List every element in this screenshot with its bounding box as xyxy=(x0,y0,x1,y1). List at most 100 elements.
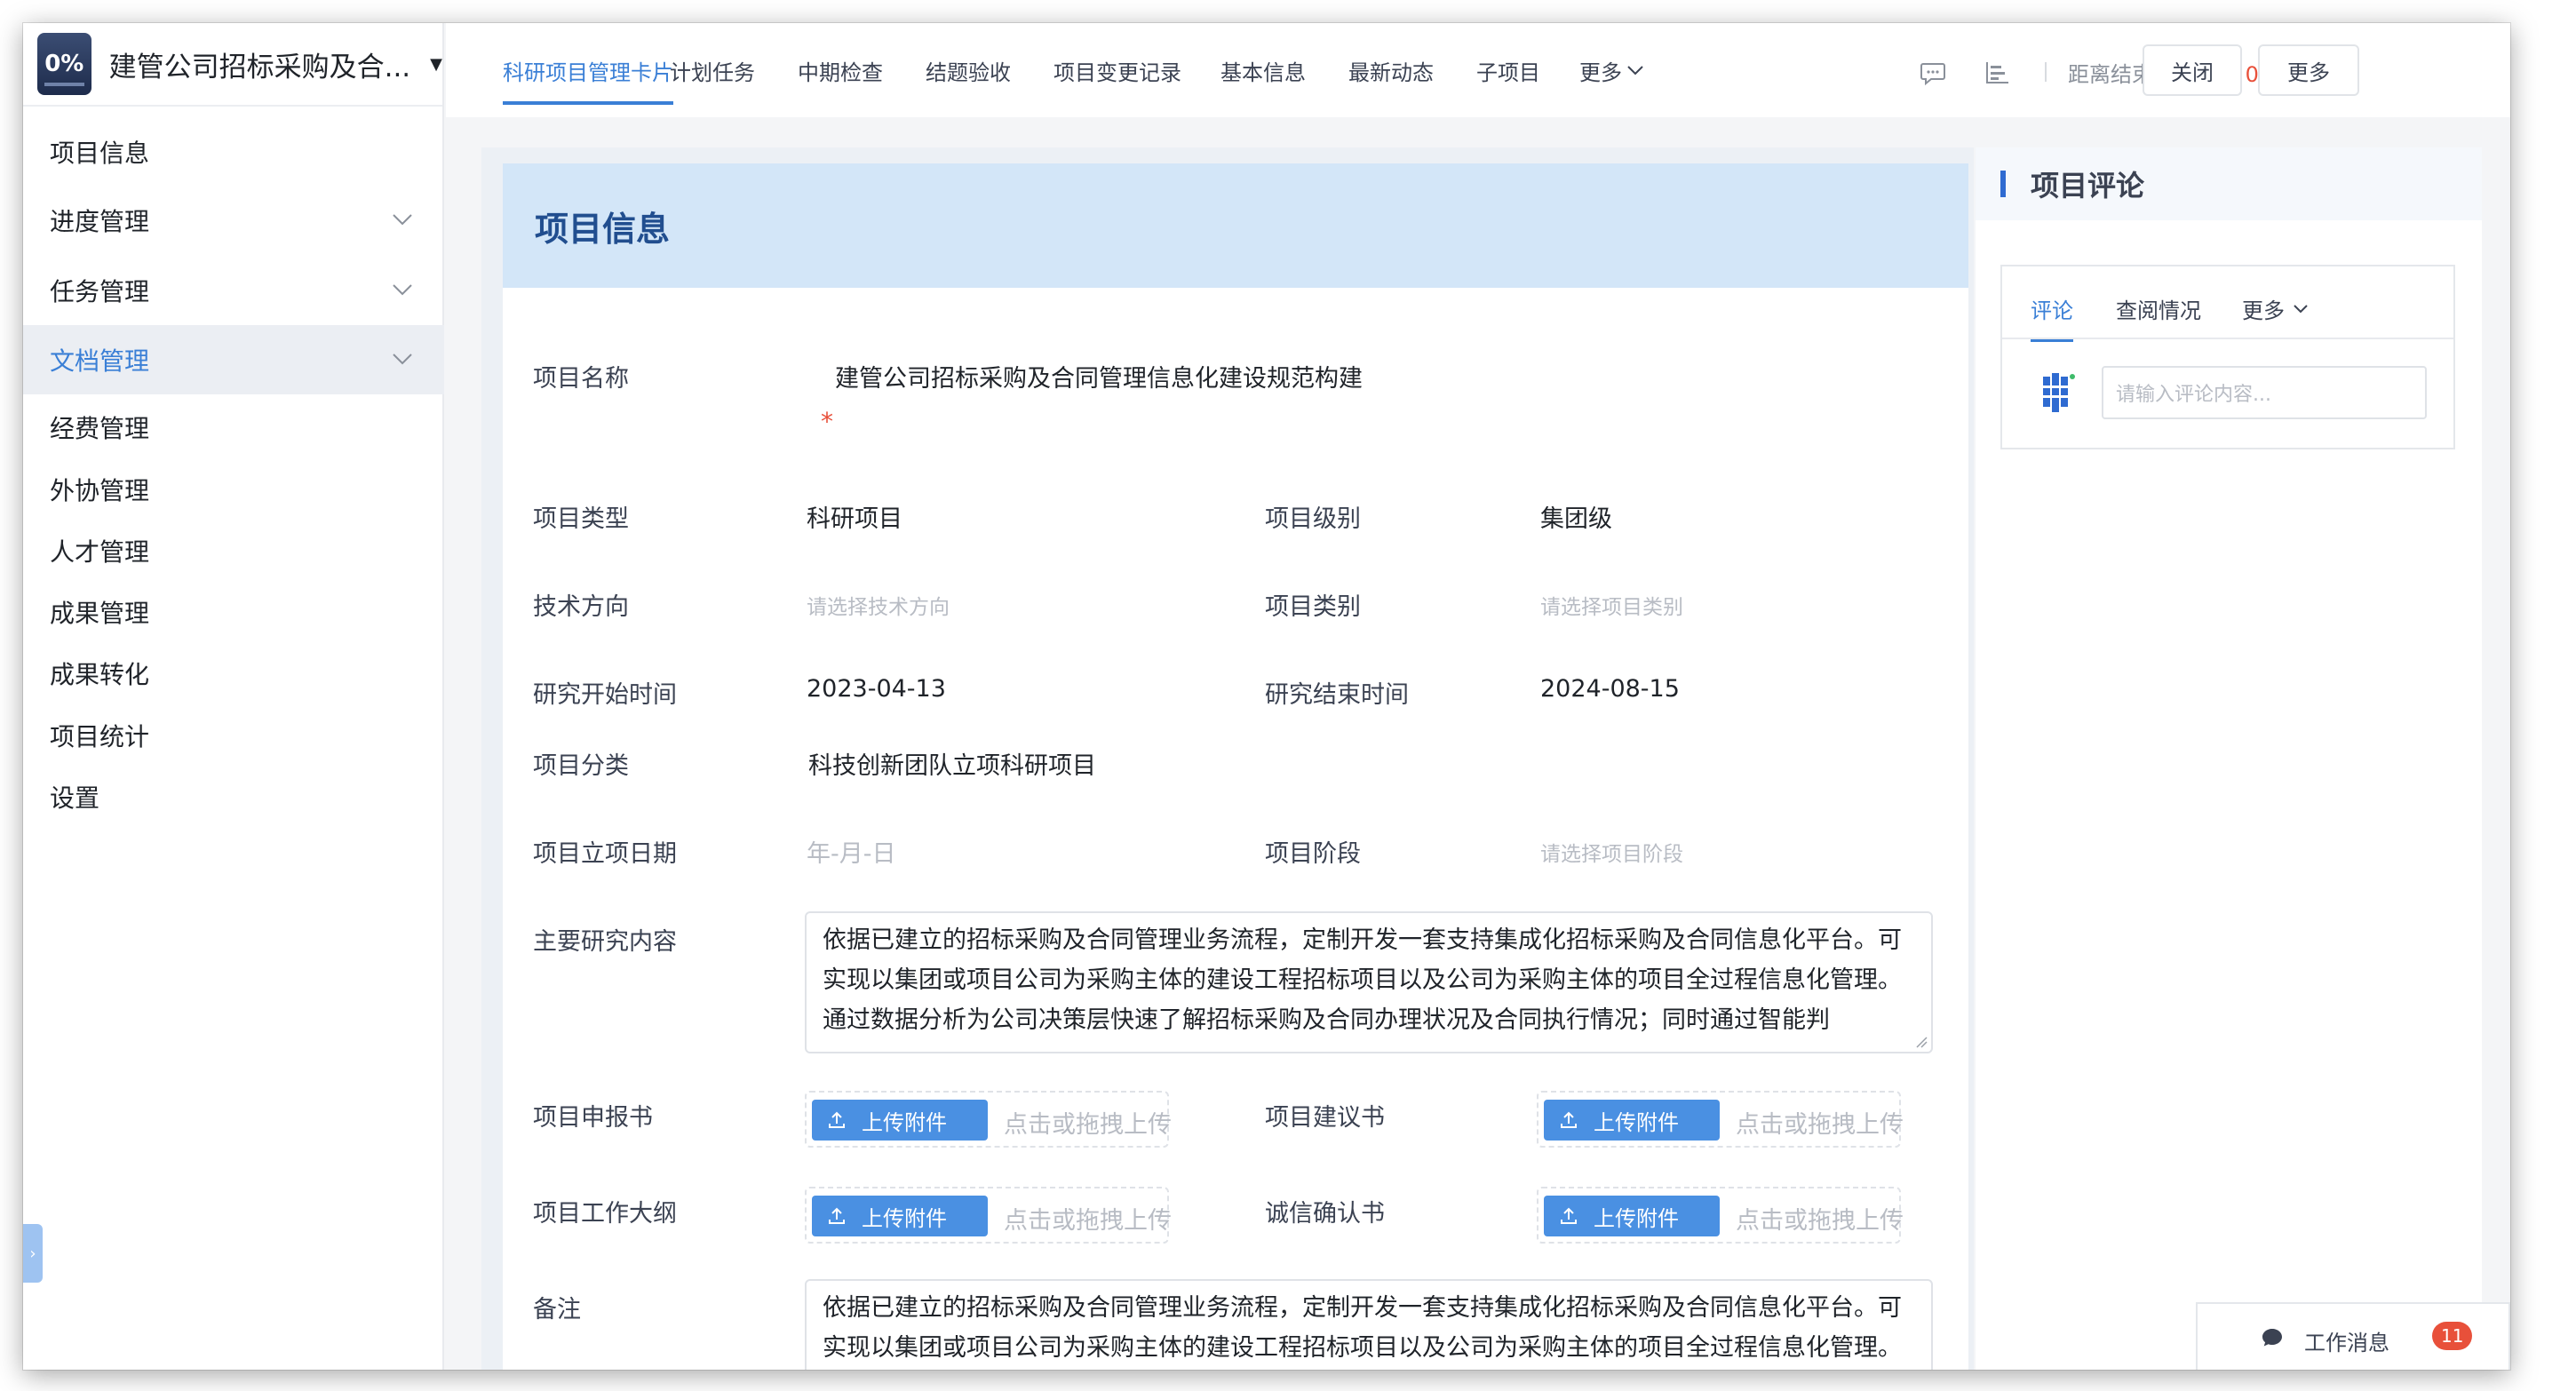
upload-button[interactable]: 上传附件 xyxy=(812,1100,988,1141)
project-info-card: 项目信息 项目名称 建管公司招标采购及合同管理信息化建设规范构建 * 项目类型 … xyxy=(503,163,1968,1370)
field-label: 项目名称 xyxy=(533,365,629,393)
approval-date-picker[interactable]: 年-月-日 xyxy=(807,834,896,869)
stage-select[interactable]: 请选择项目阶段 xyxy=(1540,837,1683,867)
sidebar-item-statistics[interactable]: 项目统计 xyxy=(23,701,444,770)
sidebar-item-results[interactable]: 成果管理 xyxy=(23,577,444,647)
tab-basic-info[interactable]: 基本信息 xyxy=(1220,23,1306,117)
upload-button[interactable]: 上传附件 xyxy=(1544,1196,1720,1236)
upload-hint: 点击或拖拽上传 xyxy=(1004,1207,1172,1235)
close-button[interactable]: 关闭 xyxy=(2143,44,2242,96)
upload-button[interactable]: 上传附件 xyxy=(1544,1100,1720,1141)
field-label: 项目工作大纲 xyxy=(533,1200,677,1228)
toolbar-divider xyxy=(2045,62,2047,82)
upload-button-label: 上传附件 xyxy=(862,1109,947,1135)
upload-icon xyxy=(829,1111,845,1128)
tab-more-label: 更多 xyxy=(1579,60,1622,85)
sidebar: 0% 建管公司招标采购及合... ▼ 项目信息 进度管理 任务管理 文档管理 经… xyxy=(23,23,444,1370)
field-label: 项目建议书 xyxy=(1265,1104,1385,1132)
sidebar-item-label: 项目信息 xyxy=(50,139,150,168)
sidebar-item-transfer[interactable]: 成果转化 xyxy=(23,639,444,708)
unread-count-badge: 11 xyxy=(2432,1322,2473,1350)
outline-upload[interactable]: 上传附件 点击或拖拽上传 xyxy=(805,1187,1172,1244)
end-date-value[interactable]: 2024-08-15 xyxy=(1540,675,1680,703)
chevron-down-icon xyxy=(1627,66,1643,76)
progress-badge: 0% xyxy=(37,33,91,95)
upload-button[interactable]: 上传附件 xyxy=(812,1196,988,1236)
sidebar-item-talent[interactable]: 人才管理 xyxy=(23,516,444,585)
chat-icon[interactable] xyxy=(1919,59,1947,87)
sidebar-item-documents[interactable]: 文档管理 xyxy=(23,325,444,394)
more-button[interactable]: 更多 xyxy=(2258,44,2359,96)
project-switcher[interactable]: 0% 建管公司招标采购及合... ▼ xyxy=(23,23,442,107)
tab-divider xyxy=(2002,338,2453,339)
deadline-days: 0 xyxy=(2245,62,2259,87)
project-level-value[interactable]: 集团级 xyxy=(1540,499,1612,534)
tab-comments[interactable]: 评论 xyxy=(2031,293,2073,342)
upload-hint: 点击或拖拽上传 xyxy=(1736,1207,1904,1235)
tab-midterm-check[interactable]: 中期检查 xyxy=(798,23,883,117)
integrity-upload[interactable]: 上传附件 点击或拖拽上传 xyxy=(1537,1187,1904,1244)
tab-final-acceptance[interactable]: 结题验收 xyxy=(926,23,1011,117)
tab-latest-news[interactable]: 最新动态 xyxy=(1348,23,1434,117)
comment-input[interactable]: 请输入评论内容... xyxy=(2102,366,2427,419)
field-label: 诚信确认书 xyxy=(1265,1200,1385,1228)
field-label: 项目级别 xyxy=(1265,505,1361,533)
caret-down-icon[interactable]: ▼ xyxy=(430,55,442,74)
work-message-label: 工作消息 xyxy=(2304,1331,2389,1355)
chevron-down-icon xyxy=(393,354,412,365)
tab-comments-more[interactable]: 更多 xyxy=(2242,293,2310,324)
work-message-button[interactable]: 工作消息 11 xyxy=(2196,1302,2510,1370)
tab-project-card[interactable]: 科研项目管理卡片 xyxy=(503,23,673,117)
sidebar-item-label: 文档管理 xyxy=(50,346,150,376)
project-name-value[interactable]: 建管公司招标采购及合同管理信息化建设规范构建 xyxy=(835,359,1363,393)
tab-plan-tasks[interactable]: 计划任务 xyxy=(670,23,755,117)
comment-box: 评论 查阅情况 更多 请输入评论内容... xyxy=(2000,265,2455,449)
sidebar-item-settings[interactable]: 设置 xyxy=(23,762,444,831)
tab-change-log[interactable]: 项目变更记录 xyxy=(1053,23,1181,117)
sidebar-item-project-info[interactable]: 项目信息 xyxy=(23,117,444,187)
project-type-value[interactable]: 科研项目 xyxy=(807,499,902,534)
tab-more[interactable]: 更多 xyxy=(1579,23,1645,117)
upload-hint: 点击或拖拽上传 xyxy=(1004,1111,1172,1139)
upload-icon xyxy=(1561,1111,1577,1128)
proposal-upload[interactable]: 上传附件 点击或拖拽上传 xyxy=(1537,1091,1904,1148)
tech-direction-select[interactable]: 请选择技术方向 xyxy=(807,590,950,620)
sidebar-item-funding[interactable]: 经费管理 xyxy=(23,393,444,462)
field-label: 备注 xyxy=(533,1296,581,1323)
start-date-value[interactable]: 2023-04-13 xyxy=(807,675,946,703)
comment-panel: 项目评论 评论 查阅情况 更多 请输入评论内容... xyxy=(1976,147,2482,1370)
tab-subprojects[interactable]: 子项目 xyxy=(1476,23,1540,117)
upload-button-label: 上传附件 xyxy=(1594,1205,1679,1231)
main-content: 项目信息 项目名称 建管公司招标采购及合同管理信息化建设规范构建 * 项目类型 … xyxy=(481,147,1974,1370)
tab-comments-more-label: 更多 xyxy=(2242,298,2285,323)
chevron-down-icon xyxy=(2293,305,2308,314)
field-label: 项目分类 xyxy=(533,752,629,780)
research-content-textarea[interactable]: 依据已建立的招标采购及合同管理业务流程，定制开发一套支持集成化招标采购及合同信息… xyxy=(805,911,1933,1053)
tab-read-status[interactable]: 查阅情况 xyxy=(2116,293,2201,324)
field-label: 项目申报书 xyxy=(533,1104,653,1132)
classification-value[interactable]: 科技创新团队立项科研项目 xyxy=(808,746,1096,781)
sidebar-item-outsourcing[interactable]: 外协管理 xyxy=(23,455,444,524)
gantt-icon[interactable] xyxy=(1983,59,2011,87)
field-label: 项目类型 xyxy=(533,505,629,533)
resize-handle-icon[interactable] xyxy=(1915,1036,1928,1048)
application-upload[interactable]: 上传附件 点击或拖拽上传 xyxy=(805,1091,1172,1148)
sidebar-item-label: 项目统计 xyxy=(50,722,150,751)
field-label: 研究开始时间 xyxy=(533,681,677,709)
sidebar-item-label: 人才管理 xyxy=(50,537,150,567)
notes-text: 依据已建立的招标采购及合同管理业务流程，定制开发一套支持集成化招标采购及合同信息… xyxy=(823,1294,1902,1362)
upload-hint: 点击或拖拽上传 xyxy=(1736,1111,1904,1139)
field-label: 研究结束时间 xyxy=(1265,681,1409,709)
project-category-select[interactable]: 请选择项目类别 xyxy=(1540,590,1683,620)
sidebar-item-tasks[interactable]: 任务管理 xyxy=(23,256,444,325)
sidebar-item-label: 成果管理 xyxy=(50,599,150,628)
field-label: 项目类别 xyxy=(1265,593,1361,621)
field-label: 项目阶段 xyxy=(1265,840,1361,868)
sidebar-collapse-toggle[interactable]: › xyxy=(23,1224,43,1283)
sidebar-item-progress[interactable]: 进度管理 xyxy=(23,186,444,255)
notes-textarea[interactable]: 依据已建立的招标采购及合同管理业务流程，定制开发一套支持集成化招标采购及合同信息… xyxy=(805,1279,1933,1370)
field-label: 主要研究内容 xyxy=(533,928,677,956)
field-label: 项目立项日期 xyxy=(533,840,677,868)
upload-button-label: 上传附件 xyxy=(862,1205,947,1231)
app-window: 0% 建管公司招标采购及合... ▼ 项目信息 进度管理 任务管理 文档管理 经… xyxy=(23,23,2510,1370)
